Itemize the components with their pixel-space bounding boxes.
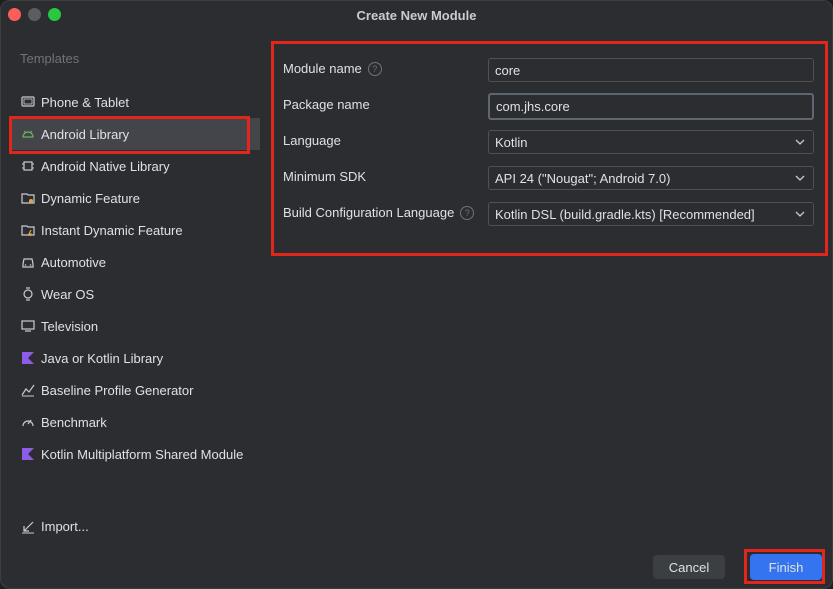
template-label: Java or Kotlin Library: [41, 350, 164, 366]
car-icon: [21, 255, 35, 269]
template-label: Benchmark: [41, 414, 107, 430]
template-label: Wear OS: [41, 286, 95, 302]
title-bar: Create New Module: [1, 1, 832, 29]
template-baseline-profile-generator[interactable]: Baseline Profile Generator: [9, 374, 260, 406]
create-module-dialog: Create New Module Templates Phone & Tabl…: [0, 0, 833, 589]
template-label: Instant Dynamic Feature: [41, 222, 183, 238]
templates-heading: Templates: [20, 51, 80, 66]
template-automotive[interactable]: Automotive: [9, 246, 260, 278]
template-label: Dynamic Feature: [41, 190, 140, 206]
template-java-kotlin-library[interactable]: Java or Kotlin Library: [9, 342, 260, 374]
profile-icon: [21, 383, 35, 397]
highlight-android-library: [9, 116, 250, 154]
template-instant-dynamic-feature[interactable]: Instant Dynamic Feature: [9, 214, 260, 246]
template-wear-os[interactable]: Wear OS: [9, 278, 260, 310]
template-label: Television: [41, 318, 99, 334]
kotlin-icon: [21, 351, 35, 365]
template-label: Kotlin Multiplatform Shared Module: [41, 446, 244, 462]
watch-icon: [21, 287, 35, 301]
dynamic-feature-icon: [21, 191, 35, 205]
instant-feature-icon: [21, 223, 35, 237]
native-library-icon: [21, 159, 35, 173]
template-television[interactable]: Television: [9, 310, 260, 342]
template-android-native-library[interactable]: Android Native Library: [9, 150, 260, 182]
template-label: Phone & Tablet: [41, 94, 129, 110]
tv-icon: [21, 319, 35, 333]
import-link[interactable]: Import...: [21, 519, 89, 534]
template-kotlin-multiplatform-shared-module[interactable]: Kotlin Multiplatform Shared Module: [9, 438, 260, 470]
import-arrow-icon: [21, 520, 35, 534]
template-benchmark[interactable]: Benchmark: [9, 406, 260, 438]
templates-sidebar: Templates Phone & Tablet Android Library…: [1, 29, 261, 588]
highlight-finish: [744, 549, 825, 584]
template-label: Android Native Library: [41, 158, 170, 174]
template-label: Automotive: [41, 254, 107, 270]
template-dynamic-feature[interactable]: Dynamic Feature: [9, 182, 260, 214]
kotlin-icon: [21, 447, 35, 461]
phone-tablet-icon: [21, 95, 35, 109]
dialog-title: Create New Module: [356, 8, 477, 23]
template-label: Baseline Profile Generator: [41, 382, 194, 398]
gauge-icon: [21, 415, 35, 429]
template-phone-tablet[interactable]: Phone & Tablet: [9, 86, 260, 118]
highlight-form: [271, 41, 828, 256]
cancel-button[interactable]: Cancel: [653, 555, 725, 579]
import-label: Import...: [41, 519, 89, 534]
